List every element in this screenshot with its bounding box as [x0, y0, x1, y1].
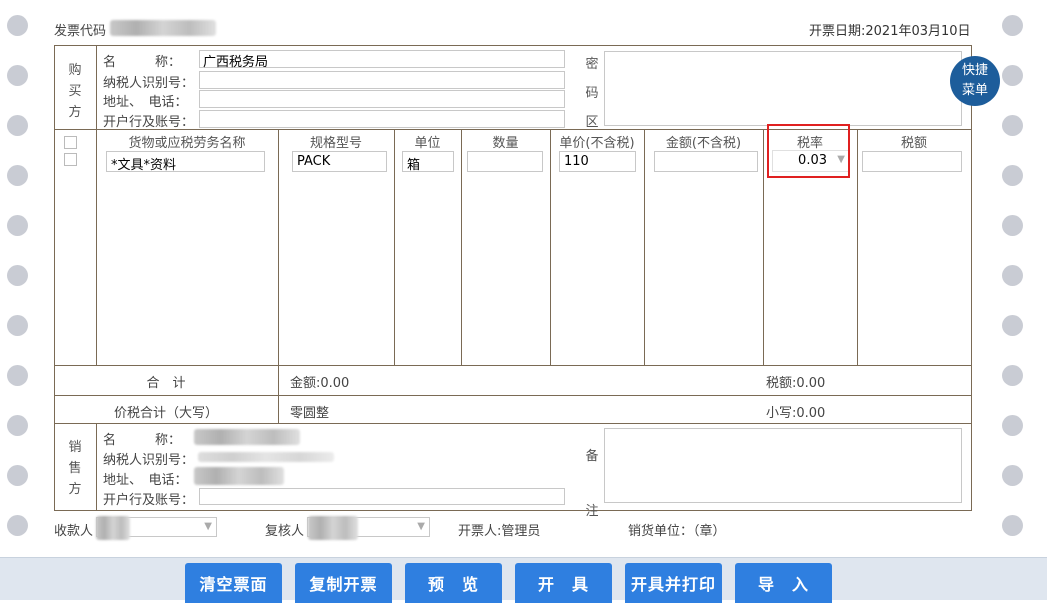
row-checkbox[interactable]: [64, 153, 77, 166]
item-unit-input[interactable]: 箱: [402, 151, 454, 172]
buyer-name-label: 名 称：: [103, 51, 181, 70]
buyer-bank-label: 开户行及账号：: [103, 111, 194, 130]
reviewer-redacted: [308, 516, 358, 540]
item-name-input[interactable]: *文具*资料: [106, 151, 265, 172]
preview-button[interactable]: 预 览: [405, 563, 502, 603]
seller-name-label: 名 称：: [103, 429, 181, 448]
chevron-down-icon: ▼: [204, 521, 212, 532]
issue-button[interactable]: 开 具: [515, 563, 612, 603]
invoice-code-label: 发票代码: [54, 20, 106, 39]
seller-taxid-label: 纳税人识别号：: [103, 449, 194, 468]
select-all-checkbox[interactable]: [64, 136, 77, 149]
col-name: 货物或应税劳务名称: [96, 132, 278, 151]
perforation-hole: [1002, 15, 1023, 36]
cipher-zone-label: 密码区: [582, 50, 602, 137]
col-unit: 单位: [394, 132, 461, 151]
issue-print-button[interactable]: 开具并打印: [625, 563, 722, 603]
payee-label: 收款人: [54, 520, 93, 539]
grand-total-label: 价税合计（大写）: [54, 402, 278, 421]
seller-side-label: 销售方: [54, 437, 96, 500]
grand-total-upper: 零圆整: [290, 402, 329, 421]
buyer-address-input[interactable]: [199, 90, 565, 108]
perforation-hole: [1002, 165, 1023, 186]
clear-button[interactable]: 清空票面: [185, 563, 282, 603]
chevron-down-icon: ▼: [417, 521, 425, 532]
seller-bank-input[interactable]: [199, 488, 565, 505]
buyer-name-input[interactable]: 广西税务局: [199, 50, 565, 68]
issuer-label: 开票人:管理员: [458, 520, 540, 539]
perforation-hole: [7, 165, 28, 186]
cipher-zone: [604, 51, 962, 126]
perforation-hole: [7, 465, 28, 486]
buyer-taxid-input[interactable]: [199, 71, 565, 89]
invoice-code-redacted: [110, 20, 216, 36]
remark-label: 备注: [582, 429, 602, 539]
seller-unit-label: 销货单位：（章）: [628, 520, 726, 539]
perforation-hole: [7, 315, 28, 336]
buyer-taxid-label: 纳税人识别号：: [103, 72, 194, 91]
item-spec-input[interactable]: PACK: [292, 151, 387, 172]
perforation-hole: [7, 115, 28, 136]
total-label: 合 计: [54, 372, 278, 391]
invoice-date: 开票日期:2021年03月10日: [809, 20, 971, 39]
seller-bank-label: 开户行及账号：: [103, 489, 194, 508]
reviewer-label: 复核人: [265, 520, 304, 539]
perforation-hole: [7, 65, 28, 86]
item-price-input[interactable]: 110: [559, 151, 636, 172]
perforation-hole: [1002, 515, 1023, 536]
perforation-hole: [1002, 465, 1023, 486]
perforation-hole: [1002, 65, 1023, 86]
col-spec: 规格型号: [278, 132, 394, 151]
perforation-hole: [1002, 415, 1023, 436]
perforation-hole: [7, 15, 28, 36]
col-qty: 数量: [461, 132, 550, 151]
tax-rate-highlight: [767, 124, 850, 178]
item-qty-input[interactable]: [467, 151, 543, 172]
buyer-address-label: 地址、 电话：: [103, 91, 188, 110]
copy-invoice-button[interactable]: 复制开票: [295, 563, 392, 603]
grand-total-lower: 小写:0.00: [766, 402, 825, 421]
import-button[interactable]: 导 入: [735, 563, 832, 603]
total-amount: 金额:0.00: [290, 372, 349, 391]
col-amount: 金额(不含税): [644, 132, 763, 151]
perforation-hole: [7, 515, 28, 536]
perforation-hole: [7, 215, 28, 236]
seller-name-redacted: [194, 429, 300, 445]
seller-taxid-redacted: [198, 452, 334, 462]
perforation-hole: [7, 415, 28, 436]
seller-address-redacted: [194, 467, 284, 485]
item-amount-input[interactable]: [654, 151, 758, 172]
perforation-hole: [1002, 265, 1023, 286]
perforation-hole: [7, 365, 28, 386]
perforation-hole: [1002, 315, 1023, 336]
col-price: 单价(不含税): [550, 132, 644, 151]
perforation-hole: [1002, 215, 1023, 236]
seller-address-label: 地址、 电话：: [103, 469, 188, 488]
buyer-bank-input[interactable]: [199, 110, 565, 128]
perforation-hole: [7, 265, 28, 286]
remark-textarea[interactable]: [604, 428, 962, 503]
perforation-hole: [1002, 365, 1023, 386]
item-tax-input[interactable]: [862, 151, 962, 172]
total-tax: 税额:0.00: [766, 372, 825, 391]
payee-redacted: [96, 516, 130, 540]
col-tax: 税额: [857, 132, 971, 151]
perforation-hole: [1002, 115, 1023, 136]
quick-menu-button[interactable]: 快捷菜单: [950, 56, 1000, 106]
buyer-side-label: 购买方: [54, 60, 96, 123]
